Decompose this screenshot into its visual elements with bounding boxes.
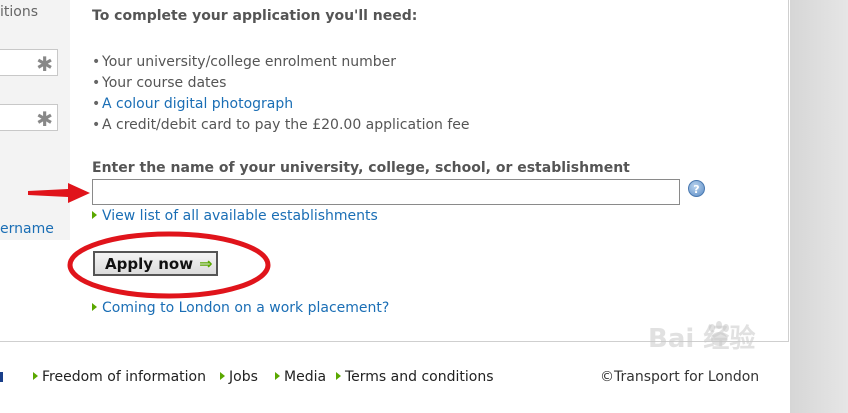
requirements-heading: To complete your application you'll need… (92, 8, 418, 24)
bullet-icon: • (92, 117, 101, 133)
left-label-fragment: itions (0, 4, 39, 20)
bullet-icon: • (92, 75, 101, 91)
footer-link-foi[interactable]: Freedom of information (33, 369, 206, 385)
footer-edge-mark (0, 372, 3, 382)
bullet-icon: • (92, 96, 101, 112)
green-arrow-icon (275, 372, 280, 380)
footer-link-label: Terms and conditions (345, 369, 494, 385)
footer: Freedom of information Jobs Media Terms … (0, 366, 789, 390)
baidu-paw-icon (709, 321, 729, 346)
list-item: • A colour digital photograph (92, 94, 470, 115)
footer-link-jobs[interactable]: Jobs (220, 369, 258, 385)
green-arrow-icon (336, 372, 341, 380)
left-column: itions ✱ ✱ (0, 0, 70, 240)
photograph-link[interactable]: A colour digital photograph (102, 96, 293, 112)
green-arrow-icon (92, 303, 97, 311)
requirements-list: • Your university/college enrolment numbe… (92, 52, 470, 136)
requirement-text: Your course dates (102, 75, 227, 91)
requirement-text: Your university/college enrolment number (102, 54, 396, 70)
required-asterisk-icon: ✱ (36, 52, 53, 76)
requirement-text: A credit/debit card to pay the £20.00 ap… (102, 117, 470, 133)
page-gutter (790, 0, 848, 413)
establishment-input[interactable] (92, 179, 680, 205)
bullet-icon: • (92, 54, 101, 70)
footer-link-label: Jobs (229, 369, 258, 385)
list-item: • Your university/college enrolment numbe… (92, 52, 470, 73)
list-item: • Your course dates (92, 73, 470, 94)
green-arrow-icon (33, 372, 38, 380)
footer-link-label: Media (284, 369, 327, 385)
footer-link-terms[interactable]: Terms and conditions (336, 369, 494, 385)
copyright-text: ©Transport for London (600, 369, 760, 385)
green-arrow-icon (220, 372, 225, 380)
establishment-label: Enter the name of your university, colle… (92, 160, 630, 176)
left-input-1[interactable]: ✱ (0, 49, 58, 76)
list-item: • A credit/debit card to pay the £20.00 a… (92, 115, 470, 136)
help-question-icon[interactable]: ? (688, 180, 705, 197)
view-establishments-link-text[interactable]: View list of all available establishment… (102, 208, 378, 224)
green-arrow-icon (92, 211, 97, 219)
required-asterisk-icon: ✱ (36, 107, 53, 131)
work-placement-link-text[interactable]: Coming to London on a work placement? (102, 300, 389, 316)
red-annotation-arrow (28, 183, 90, 203)
footer-link-label: Freedom of information (42, 369, 206, 385)
red-annotation-ellipse (67, 231, 271, 299)
work-placement-link[interactable]: Coming to London on a work placement? (92, 300, 389, 316)
footer-link-media[interactable]: Media (275, 369, 326, 385)
left-input-2[interactable]: ✱ (0, 104, 58, 131)
view-establishments-link[interactable]: View list of all available establishment… (92, 208, 378, 224)
left-link-fragment[interactable]: ername (0, 221, 54, 237)
baidu-watermark: Bai 经验 (648, 324, 756, 354)
